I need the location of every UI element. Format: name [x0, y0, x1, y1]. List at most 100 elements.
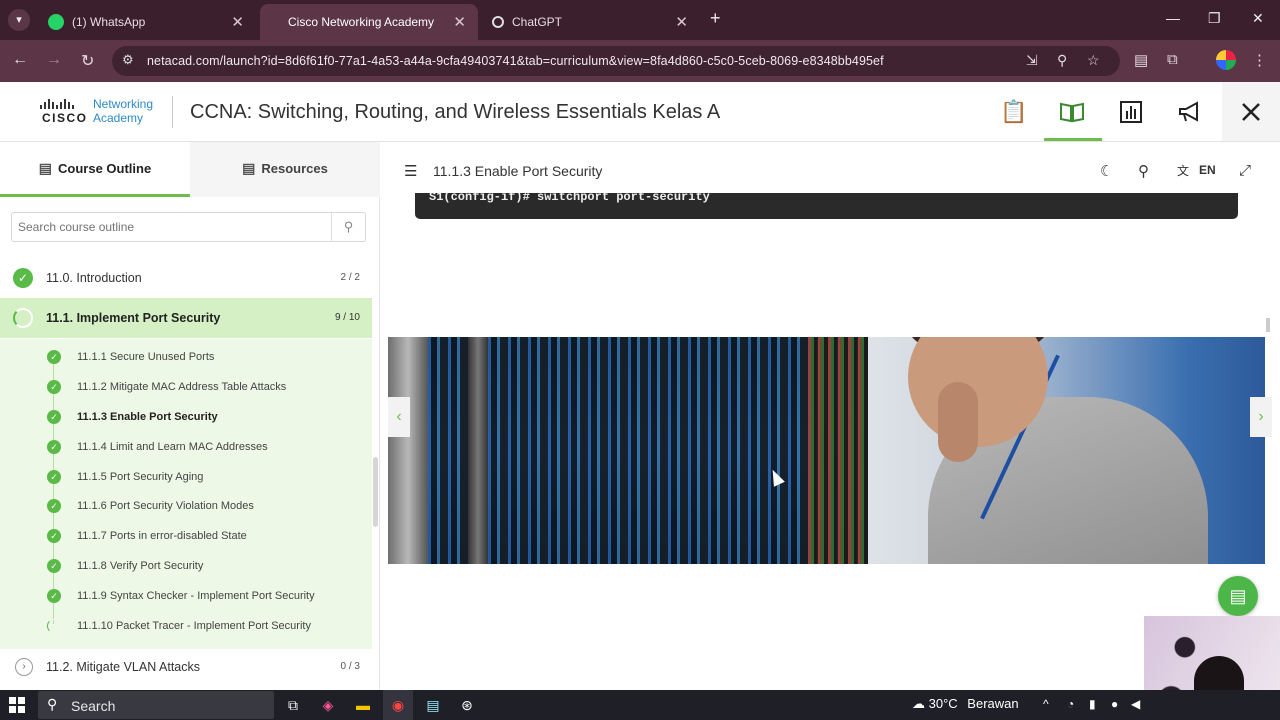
check-circle-icon: ✓ [47, 589, 61, 603]
notes-clipboard-button[interactable]: ▤ [1218, 576, 1258, 616]
subtopic-item[interactable]: ✓ 11.1.9 Syntax Checker - Implement Port … [0, 581, 372, 611]
book-icon[interactable] [1052, 94, 1092, 130]
app-header: CISCO Networking Academy CCNA: Switching… [0, 82, 1280, 142]
subtopic-label: 11.1.10 Packet Tracer - Implement Port S… [77, 620, 311, 632]
search-icon[interactable]: ⚲ [1138, 162, 1149, 180]
module-label: 11.1. Implement Port Security [46, 311, 221, 325]
module-item-11-0[interactable]: ✓ 11.0. Introduction 2 / 2 [0, 258, 372, 298]
close-window-icon[interactable]: ✕ [1252, 10, 1264, 27]
site-settings-icon[interactable]: ⚙ [122, 52, 134, 68]
search-icon[interactable]: ⚲ [331, 213, 365, 241]
volume-icon[interactable]: ◀ [1131, 697, 1140, 711]
tab-cisco-networking-academy[interactable]: Cisco Networking Academy ✕ [260, 4, 478, 40]
module-progress-count: 0 / 3 [340, 661, 360, 672]
subtopic-item[interactable]: 11.1.10 Packet Tracer - Implement Port S… [0, 611, 372, 641]
chrome-icon[interactable]: ◉ [388, 695, 408, 715]
subtopic-label: 11.1.1 Secure Unused Ports [77, 351, 215, 363]
outline-search-input[interactable] [12, 213, 322, 241]
file-explorer-icon[interactable]: ▬ [353, 695, 373, 715]
server-rack-photo [388, 337, 868, 564]
tab-close-icon[interactable]: ✕ [231, 13, 244, 31]
outline-document-icon: ▤ [38, 160, 53, 176]
tray-chevron-up-icon[interactable]: ^ [1043, 697, 1049, 711]
page-title: 11.1.3 Enable Port Security [433, 163, 603, 179]
clipboard-icon[interactable]: 📋 [994, 94, 1034, 130]
tab-close-icon[interactable]: ✕ [453, 13, 466, 31]
outline-search: ⚲ [11, 212, 366, 242]
toggle-outline-icon[interactable]: ☰ [404, 162, 417, 180]
browser-tab-strip: ▾ (1) WhatsApp ✕ Cisco Networking Academ… [0, 0, 1280, 40]
forward-icon[interactable]: → [46, 51, 62, 69]
profile-avatar[interactable] [1216, 50, 1236, 70]
grades-chart-icon[interactable] [1111, 94, 1151, 130]
subtopic-item[interactable]: ✓ 11.1.4 Limit and Learn MAC Addresses [0, 432, 372, 462]
address-bar[interactable]: ⚙ netacad.com/launch?id=8d6f61f0-77a1-4a… [112, 46, 1120, 76]
subtopic-item[interactable]: ✓ 11.1.6 Port Security Violation Modes [0, 491, 372, 521]
module-item-11-2[interactable]: › 11.2. Mitigate VLAN Attacks 0 / 3 [0, 647, 372, 687]
subtopic-item[interactable]: ✓ 11.1.8 Verify Port Security [0, 551, 372, 581]
browser-menu-icon[interactable]: ⋮ [1252, 51, 1267, 69]
browser-toolbar: ← → ↻ ⚙ netacad.com/launch?id=8d6f61f0-7… [0, 40, 1280, 82]
reload-icon[interactable]: ↻ [81, 51, 94, 71]
cisco-logo-icon [40, 99, 74, 109]
url-text[interactable]: netacad.com/launch?id=8d6f61f0-77a1-4a53… [147, 54, 884, 68]
new-tab-icon[interactable]: + [710, 8, 721, 29]
notepad-icon[interactable]: ▤ [423, 695, 443, 715]
bookmark-star-icon[interactable]: ☆ [1087, 52, 1100, 69]
check-circle-icon: ✓ [13, 268, 33, 288]
fullscreen-expand-icon[interactable]: ⤢ [1239, 162, 1251, 179]
tab-resources[interactable]: ▤ Resources [190, 142, 380, 197]
weather-widget[interactable]: ☁ 30°C Berawan [912, 696, 1019, 712]
content-scrollbar[interactable] [1266, 318, 1270, 332]
progress-circle-icon [13, 308, 33, 328]
logo-line-2: Academy [93, 111, 144, 125]
minimize-icon[interactable]: — [1166, 10, 1180, 26]
copilot-icon[interactable]: ◈ [318, 695, 338, 715]
microphone-icon[interactable]: ● [1111, 697, 1118, 711]
translate-icon[interactable]: 文 [1177, 162, 1189, 179]
chatgpt-app-icon[interactable]: ⊛ [457, 695, 477, 715]
task-view-icon[interactable]: ⧉ [283, 695, 303, 715]
subtopic-item[interactable]: ✓ 11.1.5 Port Security Aging [0, 462, 372, 492]
extensions-icon[interactable]: ⧉ [1167, 51, 1178, 68]
engineer-photo [868, 337, 1265, 564]
tab-label: Resources [261, 161, 328, 176]
divider [172, 96, 173, 128]
network-icon[interactable]: ◔ [1067, 697, 1074, 711]
subtopic-item[interactable]: ✓ 11.1.7 Ports in error-disabled State [0, 521, 372, 551]
module-item-11-1[interactable]: 11.1. Implement Port Security 9 / 10 [0, 298, 372, 338]
back-icon[interactable]: ← [12, 51, 28, 69]
tab-course-outline[interactable]: ▤ Course Outline [0, 142, 190, 197]
check-circle-icon: ✓ [47, 529, 61, 543]
resources-document-icon: ▤ [242, 160, 256, 176]
close-course-button[interactable] [1222, 82, 1280, 141]
tab-close-icon[interactable]: ✕ [675, 13, 688, 31]
sidebar-scrollbar[interactable] [373, 457, 378, 527]
language-selector[interactable]: EN [1199, 163, 1216, 177]
check-circle-icon: ✓ [47, 410, 61, 424]
subtopic-item-current[interactable]: ✓ 11.1.3 Enable Port Security [0, 402, 372, 432]
taskbar-search-label: Search [71, 698, 116, 714]
search-icon: ⚲ [47, 696, 58, 712]
carousel-next-button[interactable]: › [1250, 397, 1272, 437]
reading-list-icon[interactable]: ▤ [1134, 51, 1148, 69]
taskbar-search[interactable]: ⚲ Search [38, 691, 274, 719]
tab-whatsapp[interactable]: (1) WhatsApp ✕ [38, 4, 256, 40]
install-app-icon[interactable]: ⇲ [1026, 52, 1038, 69]
zoom-icon[interactable]: ⚲ [1057, 52, 1067, 69]
subtopic-item[interactable]: ✓ 11.1.1 Secure Unused Ports [0, 342, 372, 372]
maximize-icon[interactable]: ❐ [1208, 10, 1221, 27]
code-line: S1(config-if)# switchport port-security [429, 193, 710, 204]
tab-chatgpt[interactable]: ChatGPT ✕ [482, 4, 700, 40]
tab-search-icon[interactable]: ▾ [8, 9, 30, 31]
subtopic-item[interactable]: ✓ 11.1.2 Mitigate MAC Address Table Attac… [0, 372, 372, 402]
announcements-megaphone-icon[interactable] [1170, 94, 1210, 130]
carousel-prev-button[interactable]: ‹ [388, 397, 410, 437]
battery-icon[interactable]: ▮ [1089, 697, 1096, 711]
windows-start-icon[interactable] [9, 697, 25, 713]
subtopic-label: 11.1.8 Verify Port Security [77, 560, 204, 572]
check-circle-icon: ✓ [47, 559, 61, 573]
dark-mode-moon-icon[interactable]: ☾ [1100, 162, 1113, 180]
check-circle-icon: ✓ [47, 380, 61, 394]
logo-subtitle: Networking Academy [93, 97, 153, 125]
